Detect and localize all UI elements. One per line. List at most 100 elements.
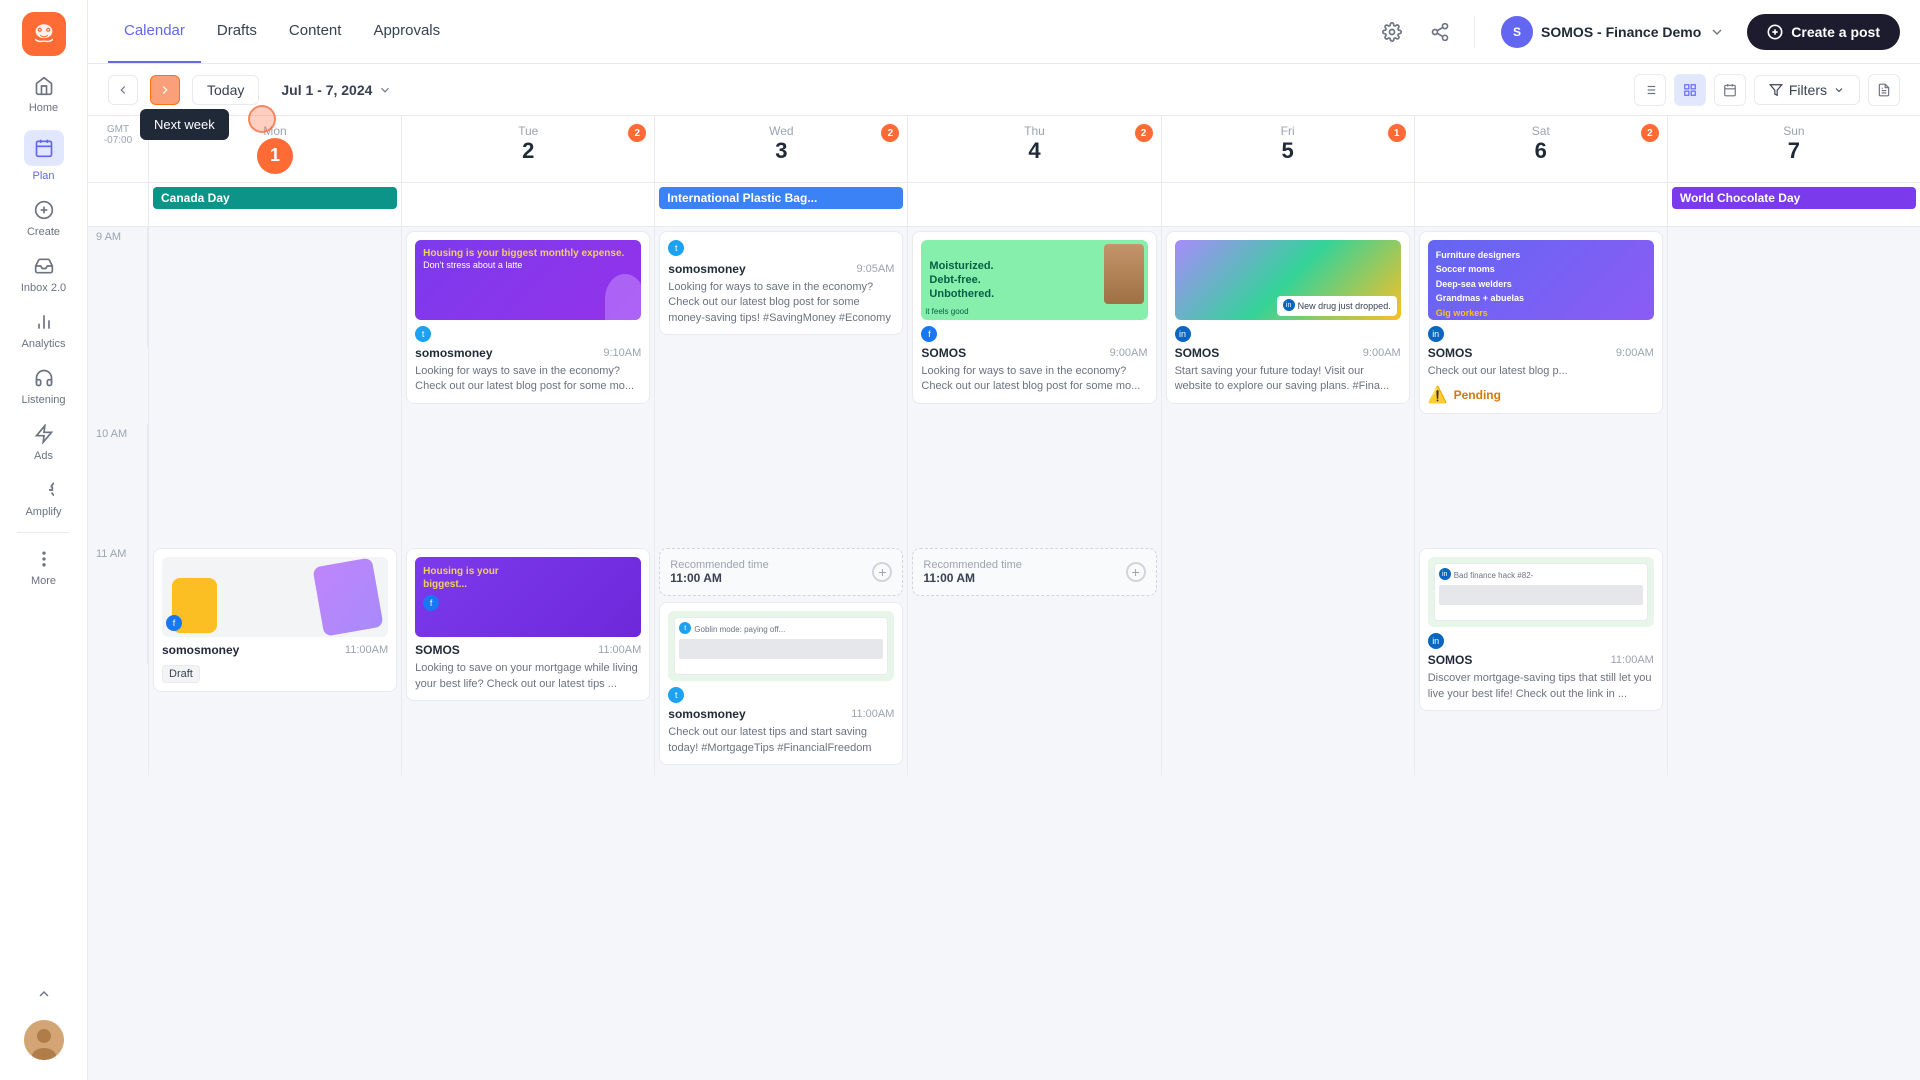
report-button[interactable]	[1868, 74, 1900, 106]
sidebar-collapse-btn[interactable]	[24, 974, 64, 1014]
sidebar-item-label: Analytics	[21, 338, 65, 350]
post-card-wed-9am[interactable]: t somosmoney 9:05AM Looking for ways to …	[659, 231, 903, 335]
sidebar-item-plan[interactable]: Plan	[0, 122, 87, 190]
add-post-icon[interactable]: +	[1126, 562, 1146, 582]
facebook-icon: f	[921, 326, 937, 342]
recommended-time-thu[interactable]: Recommended time 11:00 AM +	[912, 548, 1156, 596]
time-label-11am: 11 AM	[88, 544, 148, 664]
next-week-button[interactable]	[150, 75, 180, 105]
calendar-body: GMT -07:00 Mon 1 Tue 2 2 Wed 3 2 Thu	[88, 116, 1920, 1080]
day-header-wed: Wed 3 2	[654, 116, 907, 182]
tab-content[interactable]: Content	[273, 0, 358, 63]
listening-icon	[32, 366, 56, 390]
time-col-fri-11am	[1161, 544, 1414, 775]
home-icon	[32, 74, 56, 98]
sidebar-item-more[interactable]: More	[0, 539, 87, 595]
sidebar-divider	[17, 532, 69, 533]
main-content: Calendar Drafts Content Approvals S SOMO…	[88, 0, 1920, 1080]
chevron-up-icon	[32, 982, 56, 1006]
date-range-picker[interactable]: Jul 1 - 7, 2024	[271, 76, 402, 104]
draft-badge: Draft	[162, 665, 200, 683]
sidebar-item-amplify[interactable]: Amplify	[0, 470, 87, 526]
calendar-view-button[interactable]	[1714, 74, 1746, 106]
time-col-mon-11am: f somosmoney 11:00AM Draft	[148, 544, 401, 775]
sidebar-item-label: Ads	[34, 450, 53, 462]
nav-tabs: Calendar Drafts Content Approvals	[108, 0, 1374, 63]
day-header-fri: Fri 5 1	[1161, 116, 1414, 182]
recommended-time-wed[interactable]: Recommended time 11:00 AM +	[659, 548, 903, 596]
time-col-tue-9am: Housing is your biggest monthly expense.…	[401, 227, 654, 424]
tab-calendar[interactable]: Calendar	[108, 0, 201, 63]
chevron-down-icon	[1709, 24, 1725, 40]
prev-week-button[interactable]	[108, 75, 138, 105]
tab-drafts[interactable]: Drafts	[201, 0, 273, 63]
plus-icon	[1767, 24, 1783, 40]
post-card-tue-9am[interactable]: Housing is your biggest monthly expense.…	[406, 231, 650, 404]
day-header-thu: Thu 4 2	[907, 116, 1160, 182]
create-post-label: Create a post	[1791, 24, 1880, 40]
day-headers-row: GMT -07:00 Mon 1 Tue 2 2 Wed 3 2 Thu	[88, 116, 1920, 183]
thu-badge: 2	[1135, 124, 1153, 142]
time-col-fri-9am: in New drug just dropped. in SOMOS 9:00A…	[1161, 227, 1414, 424]
sat-badge: 2	[1641, 124, 1659, 142]
post-card-sat-9am[interactable]: Furniture designersSoccer momsDeep-sea w…	[1419, 231, 1663, 414]
account-name: SOMOS - Finance Demo	[1541, 24, 1701, 40]
time-label-10am: 10 AM	[88, 424, 148, 544]
filters-button[interactable]: Filters	[1754, 75, 1860, 105]
time-grid: 9 AM Housing is your biggest monthly exp…	[88, 227, 1920, 775]
post-card-wed-11am[interactable]: t Goblin mode: paying off... t somosmone…	[659, 602, 903, 765]
post-card-fri-9am[interactable]: in New drug just dropped. in SOMOS 9:00A…	[1166, 231, 1410, 404]
plastic-bag-event[interactable]: International Plastic Bag...	[659, 187, 903, 209]
sidebar-item-create[interactable]: Create	[0, 190, 87, 246]
create-post-button[interactable]: Create a post	[1747, 14, 1900, 50]
sidebar-item-analytics[interactable]: Analytics	[0, 302, 87, 358]
plus-circle-icon	[32, 198, 56, 222]
time-col-fri-10am	[1161, 424, 1414, 544]
settings-button[interactable]	[1374, 14, 1410, 50]
allday-events-row: Canada Day International Plastic Bag... …	[88, 183, 1920, 227]
sidebar-item-inbox[interactable]: Inbox 2.0	[0, 246, 87, 302]
time-col-sat-11am: in Bad finance hack #82- in SOMOS 11:00A…	[1414, 544, 1667, 775]
sidebar-item-listening[interactable]: Listening	[0, 358, 87, 414]
allday-cell-tue	[401, 183, 654, 226]
post-card-mon-11am[interactable]: f somosmoney 11:00AM Draft	[153, 548, 397, 692]
time-col-mon-9am	[148, 227, 401, 424]
allday-cell-thu	[907, 183, 1160, 226]
user-avatar[interactable]	[24, 1020, 64, 1060]
app-logo[interactable]	[22, 12, 66, 56]
post-card-sat-11am[interactable]: in Bad finance hack #82- in SOMOS 11:00A…	[1419, 548, 1663, 711]
twitter-icon: t	[668, 687, 684, 703]
post-card-thu-9am[interactable]: Moisturized.Debt-free.Unbothered. it fee…	[912, 231, 1156, 404]
wed-badge: 2	[881, 124, 899, 142]
day-header-tue: Tue 2 2	[401, 116, 654, 182]
time-col-sat-10am	[1414, 424, 1667, 544]
nav-right-actions: S SOMOS - Finance Demo Create a post	[1374, 10, 1900, 54]
linkedin-icon: in	[1175, 326, 1191, 342]
today-button[interactable]: Today	[192, 75, 259, 105]
time-col-thu-9am: Moisturized.Debt-free.Unbothered. it fee…	[907, 227, 1160, 424]
add-post-icon[interactable]: +	[872, 562, 892, 582]
allday-cell-sun: World Chocolate Day	[1667, 183, 1920, 226]
post-card-tue-11am[interactable]: Housing is yourbiggest... f SOMOS 11:00A…	[406, 548, 650, 701]
sidebar-item-label: Home	[29, 102, 58, 114]
sidebar-item-label: Inbox 2.0	[21, 282, 66, 294]
account-selector[interactable]: S SOMOS - Finance Demo	[1491, 10, 1735, 54]
time-col-wed-11am: Recommended time 11:00 AM + t Goblin mod…	[654, 544, 907, 775]
top-navigation: Calendar Drafts Content Approvals S SOMO…	[88, 0, 1920, 64]
linkedin-icon: in	[1428, 633, 1444, 649]
time-col-sun-10am	[1667, 424, 1920, 544]
share-button[interactable]	[1422, 14, 1458, 50]
ads-icon	[32, 422, 56, 446]
calendar-icon	[24, 130, 64, 166]
grid-view-button[interactable]	[1674, 74, 1706, 106]
sidebar-item-home[interactable]: Home	[0, 66, 87, 122]
canada-day-event[interactable]: Canada Day	[153, 187, 397, 209]
more-icon	[32, 547, 56, 571]
list-view-button[interactable]	[1634, 74, 1666, 106]
tab-approvals[interactable]: Approvals	[357, 0, 456, 63]
time-col-wed-9am: t somosmoney 9:05AM Looking for ways to …	[654, 227, 907, 424]
day-header-sat: Sat 6 2	[1414, 116, 1667, 182]
twitter-icon: t	[415, 326, 431, 342]
world-chocolate-day-event[interactable]: World Chocolate Day	[1672, 187, 1916, 209]
sidebar-item-ads[interactable]: Ads	[0, 414, 87, 470]
